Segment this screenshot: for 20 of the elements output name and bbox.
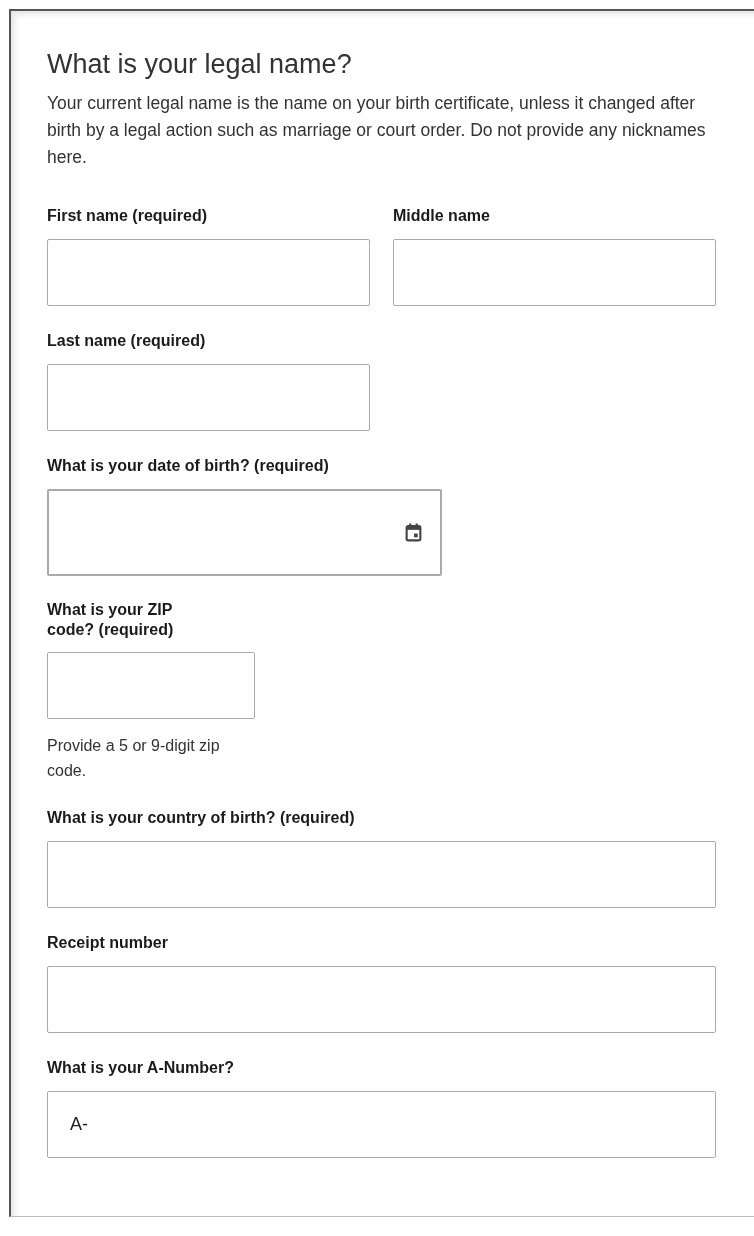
text-field[interactable]: [47, 239, 370, 306]
field-label: First name (required): [47, 206, 209, 226]
field-label: Middle name: [393, 206, 491, 226]
intro-text: Your current legal name is the name on your birth certificate, unless it changed after birth by a legal action such as marriage or court order. Do not provide any nicknames here.: [47, 92, 707, 169]
text-field[interactable]: [47, 652, 255, 719]
field-label: What is your A-Number?: [47, 1058, 235, 1078]
field-label: What is your ZIP code? (required): [47, 600, 175, 640]
field-label: What is your date of birth? (required): [47, 456, 330, 476]
date-field[interactable]: [47, 489, 442, 576]
text-field[interactable]: [47, 966, 716, 1033]
text-field[interactable]: [393, 239, 716, 306]
field-label: Receipt number: [47, 933, 169, 953]
text-field[interactable]: [47, 841, 716, 908]
field-label: Last name (required): [47, 331, 207, 351]
calendar-icon[interactable]: [405, 523, 422, 542]
field-label: What is your country of birth? (required): [47, 808, 356, 828]
help-text: Provide a 5 or 9-digit zip code.: [47, 736, 221, 781]
text-field[interactable]: [47, 364, 370, 431]
text-field[interactable]: A-: [47, 1091, 716, 1158]
form-heading: What is your legal name?: [47, 49, 353, 80]
